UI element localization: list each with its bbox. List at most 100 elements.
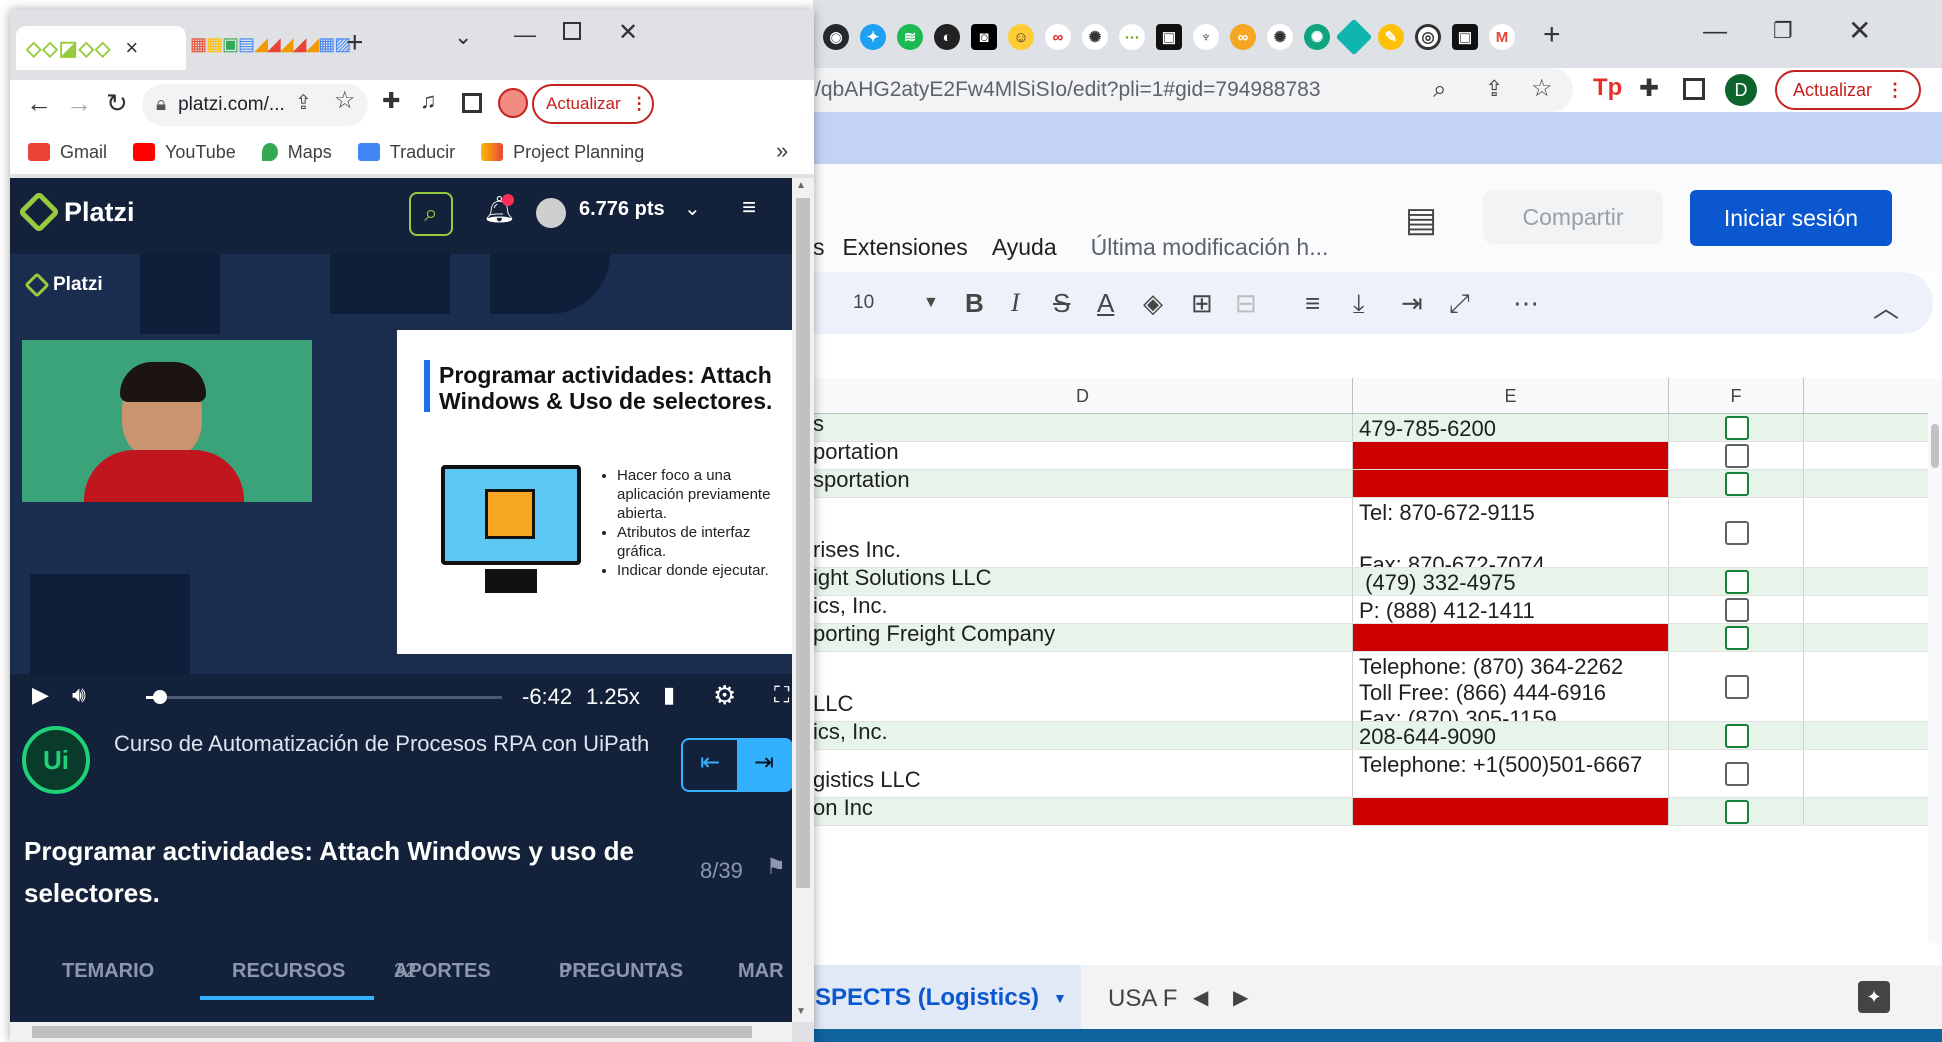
- fullscreen-icon[interactable]: ⛶: [774, 682, 789, 708]
- table-row[interactable]: portation: [813, 442, 1928, 470]
- left-extensions-icon[interactable]: ✚: [382, 88, 400, 114]
- row-checkbox[interactable]: [1725, 472, 1749, 496]
- new-tab-icon[interactable]: +: [1543, 18, 1561, 52]
- chatgpt-tab-icon[interactable]: ✺: [1082, 24, 1108, 50]
- back-icon[interactable]: ←: [26, 88, 52, 119]
- code-tab-icon[interactable]: ▣: [1156, 24, 1182, 50]
- link-tab-icon[interactable]: ∞: [1230, 24, 1256, 50]
- column-header-d[interactable]: D: [813, 378, 1353, 414]
- dots-tab-icon[interactable]: ⋯: [1119, 24, 1145, 50]
- row-checkbox[interactable]: [1725, 570, 1749, 594]
- twitter-tab-icon[interactable]: ✦: [860, 24, 886, 50]
- left-profile-avatar[interactable]: [498, 88, 528, 118]
- table-row[interactable]: porting Freight Company: [813, 624, 1928, 652]
- table-row[interactable]: sportation: [813, 470, 1928, 498]
- sidepanel-icon[interactable]: [1683, 78, 1705, 100]
- globe-tab-icon[interactable]: ◐: [934, 24, 960, 50]
- gmail-tab-icon[interactable]: M: [1489, 24, 1515, 50]
- bookmark-maps[interactable]: Maps: [261, 142, 332, 163]
- tab-search-icon[interactable]: ⌄: [454, 24, 472, 50]
- restore-icon[interactable]: ❐: [1773, 18, 1793, 44]
- fill-color-icon[interactable]: ◈: [1143, 288, 1163, 319]
- row-checkbox[interactable]: [1725, 762, 1749, 786]
- forward-icon[interactable]: →: [66, 88, 92, 119]
- cell-company[interactable]: porting Freight Company: [813, 624, 1353, 651]
- bulb-tab-icon[interactable]: ♆: [1193, 24, 1219, 50]
- extensions-puzzle-icon[interactable]: ✚: [1639, 74, 1659, 103]
- cell-phone[interactable]: [1353, 798, 1669, 825]
- wrap-icon[interactable]: ⇥: [1401, 288, 1423, 319]
- points-label[interactable]: 6.776 pts: [579, 198, 665, 221]
- close-window-icon[interactable]: ✕: [1848, 14, 1871, 47]
- progress-track[interactable]: [146, 690, 502, 704]
- left-share-icon[interactable]: ⇪: [295, 90, 312, 115]
- table-row[interactable]: rises Inc. Tel: 870-672-9115 Fax: 870-672…: [813, 498, 1928, 568]
- bookmark-gmail[interactable]: Gmail: [28, 142, 107, 163]
- cell-phone[interactable]: [1353, 624, 1669, 651]
- cell-phone[interactable]: [1353, 442, 1669, 469]
- profile-avatar[interactable]: D: [1725, 74, 1757, 106]
- table-row[interactable]: ight Solutions LLC (479) 332-4975: [813, 568, 1928, 596]
- sheet-tab-dropdown-icon[interactable]: ▼: [1053, 990, 1067, 1006]
- left-hscroll-thumb[interactable]: [32, 1026, 752, 1038]
- left-sidepanel-icon[interactable]: [462, 93, 482, 113]
- signin-button[interactable]: Iniciar sesión: [1690, 190, 1892, 246]
- row-checkbox[interactable]: [1725, 800, 1749, 824]
- sheet-tab-2[interactable]: USA F: [1108, 985, 1177, 1013]
- course-title[interactable]: Curso de Automatización de Procesos RPA …: [114, 726, 654, 762]
- cell-phone[interactable]: Telephone: (870) 364-2262 Toll Free: (86…: [1353, 652, 1669, 721]
- bookmark-video-icon[interactable]: ▮: [663, 682, 675, 708]
- play-icon[interactable]: ▶: [32, 682, 49, 708]
- cell-phone[interactable]: Telephone: +1(500)501-6667: [1353, 750, 1669, 797]
- table-row[interactable]: s 479-785-6200: [813, 414, 1928, 442]
- left-star-icon[interactable]: ☆: [334, 86, 356, 115]
- cell-company[interactable]: portation: [813, 442, 1353, 469]
- cell-phone[interactable]: 479-785-6200: [1353, 414, 1669, 441]
- left-new-tab-icon[interactable]: +: [346, 26, 364, 60]
- pinned-tabs-icons[interactable]: ▦▦▣▤◢◢◢◢◢▦▨: [190, 34, 351, 55]
- hamburger-menu-icon[interactable]: ≡: [742, 194, 756, 222]
- table-row[interactable]: gistics LLC Telephone: +1(500)501-6667: [813, 750, 1928, 798]
- cell-company[interactable]: sportation: [813, 470, 1353, 497]
- font-size-dropdown-icon[interactable]: ▼: [923, 294, 939, 312]
- left-close-window-icon[interactable]: ✕: [618, 18, 638, 47]
- menu-help[interactable]: Ayuda: [992, 234, 1057, 261]
- cell-phone[interactable]: 208-644-9090: [1353, 722, 1669, 749]
- diamond-tab-icon[interactable]: [1335, 18, 1373, 56]
- comments-icon[interactable]: ▤: [1405, 200, 1437, 240]
- circle-tab-icon[interactable]: ◎: [1415, 24, 1441, 50]
- row-checkbox[interactable]: [1725, 675, 1749, 699]
- spotify-tab-icon[interactable]: ≋: [897, 24, 923, 50]
- github-tab-icon[interactable]: ◉: [823, 24, 849, 50]
- cell-phone[interactable]: (479) 332-4975: [1353, 568, 1669, 595]
- borders-icon[interactable]: ⊞: [1191, 288, 1213, 319]
- infinity-tab-icon[interactable]: ∞: [1045, 24, 1071, 50]
- tab-close-icon[interactable]: ×: [125, 35, 138, 61]
- cell-company[interactable]: rises Inc.: [813, 498, 1353, 567]
- cell-company[interactable]: ics, Inc.: [813, 722, 1353, 749]
- strikethrough-icon[interactable]: S: [1053, 288, 1070, 319]
- row-checkbox[interactable]: [1725, 598, 1749, 622]
- bookmark-star-icon[interactable]: ☆: [1531, 74, 1553, 103]
- collapse-toolbar-icon[interactable]: ︿: [1873, 288, 1899, 325]
- left-maximize-icon[interactable]: [563, 22, 581, 40]
- sheet-tab-active[interactable]: SPECTS (Logistics) ▼: [813, 965, 1081, 1031]
- left-vertical-scrollbar[interactable]: ▲ ▼: [792, 178, 814, 1022]
- menu-partial[interactable]: s: [813, 234, 825, 261]
- column-header-f[interactable]: F: [1669, 378, 1804, 414]
- progress-knob[interactable]: [153, 690, 168, 704]
- sheet-scroll-left-icon[interactable]: ◀: [1193, 985, 1208, 1010]
- prev-lesson-icon[interactable]: ⇤: [683, 740, 737, 790]
- rotate-icon[interactable]: ⤢: [1449, 288, 1470, 320]
- media-icon[interactable]: ♫: [420, 88, 437, 114]
- scroll-down-icon[interactable]: ▼: [796, 1006, 806, 1017]
- row-checkbox[interactable]: [1725, 416, 1749, 440]
- bold-icon[interactable]: B: [965, 288, 984, 319]
- video-player[interactable]: Platzi Programar actividades: Attach Win…: [10, 254, 792, 674]
- row-checkbox[interactable]: [1725, 521, 1749, 545]
- cell-company[interactable]: LLC: [813, 652, 1353, 721]
- row-checkbox[interactable]: [1725, 444, 1749, 468]
- user-avatar[interactable]: [536, 198, 566, 228]
- zoom-icon[interactable]: ⌕: [1433, 76, 1446, 104]
- table-row[interactable]: on Inc: [813, 798, 1928, 826]
